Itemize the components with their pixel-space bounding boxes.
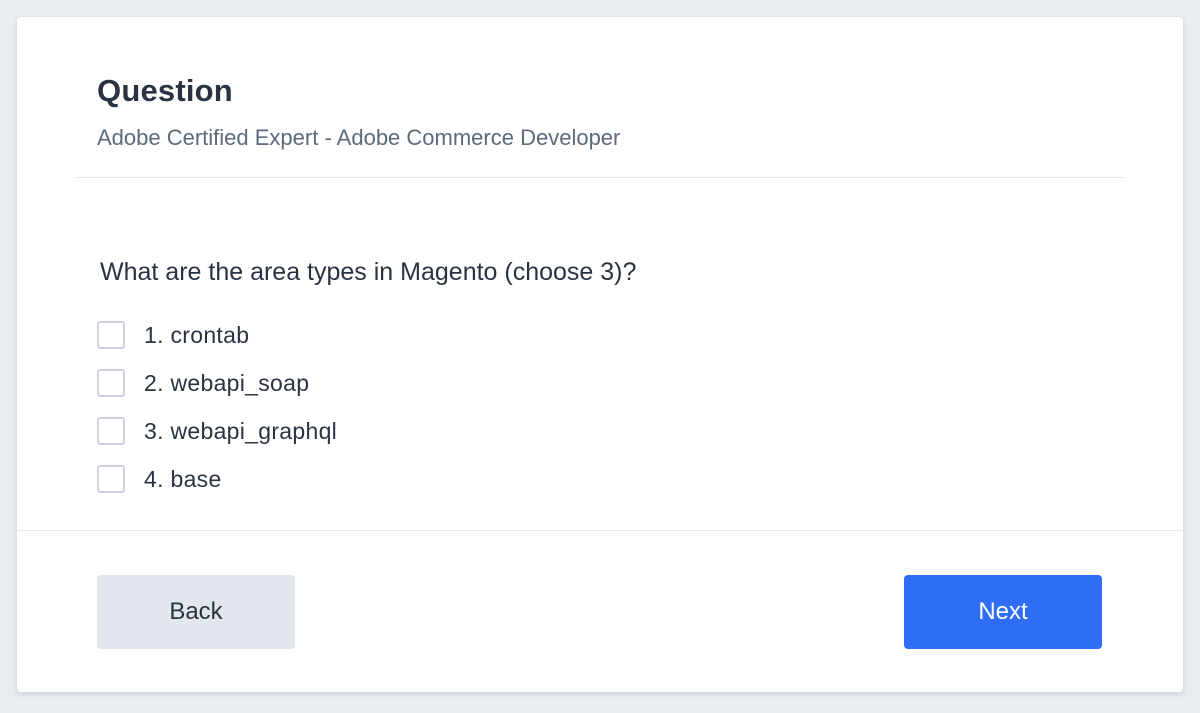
answer-option-2-label: 2. webapi_soap [144, 369, 310, 396]
answer-option-1-checkbox[interactable] [97, 321, 125, 349]
answer-option-2-checkbox[interactable] [97, 369, 125, 397]
page-title: Question [97, 73, 233, 108]
answer-option-4-label: 4. base [144, 465, 222, 492]
answer-option-1-label: 1. crontab [144, 321, 250, 348]
answer-option-1[interactable]: 1. crontab [97, 311, 337, 359]
answer-option-3-label: 3. webapi_graphql [144, 417, 338, 444]
card-header: Question Adobe Certified Expert - Adobe … [75, 17, 1125, 178]
answer-option-3-checkbox[interactable] [97, 417, 125, 445]
answer-option-3[interactable]: 3. webapi_graphql [97, 407, 337, 455]
exam-subtitle: Adobe Certified Expert - Adobe Commerce … [97, 125, 621, 150]
answer-option-4-checkbox[interactable] [97, 465, 125, 493]
answer-option-4[interactable]: 4. base [97, 455, 337, 503]
question-text: What are the area types in Magento (choo… [100, 258, 637, 286]
answer-options: 1. crontab 2. webapi_soap 3. webapi_grap… [97, 311, 337, 503]
answer-option-2[interactable]: 2. webapi_soap [97, 359, 337, 407]
back-button[interactable]: Back [97, 575, 295, 649]
question-card: Question Adobe Certified Expert - Adobe … [17, 17, 1183, 692]
next-button[interactable]: Next [904, 575, 1102, 649]
footer-divider [17, 530, 1183, 531]
